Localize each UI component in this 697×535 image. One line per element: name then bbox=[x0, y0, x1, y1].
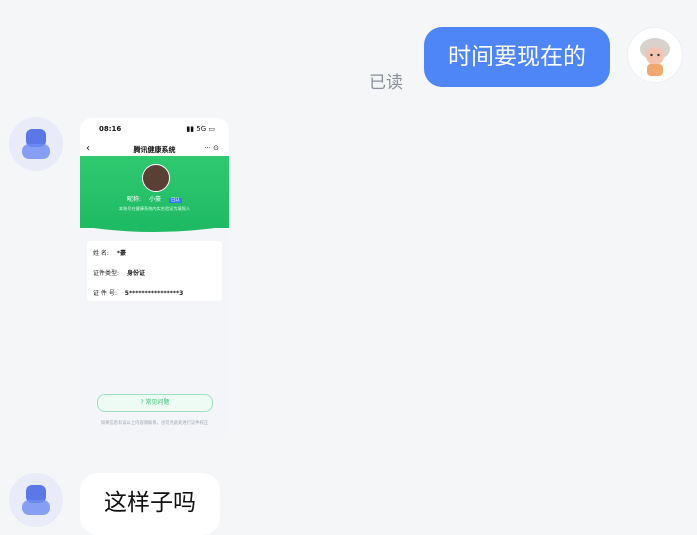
row-id-number: 证 件 号: 5****************3 bbox=[93, 288, 183, 297]
profile-photo bbox=[142, 164, 170, 192]
faq-label: 常见问题 bbox=[145, 399, 170, 406]
image-message[interactable]: 08:16 ▮▮ 5G ▭ ‹ 腾讯健康系统 ··· ⊙ 昵称: 小豪 已认 本… bbox=[80, 118, 229, 440]
phone-status-bar: 08:16 ▮▮ 5G ▭ bbox=[80, 118, 229, 140]
nickname-row: 昵称: 小豪 已认 bbox=[80, 194, 229, 203]
contact-avatar[interactable] bbox=[9, 473, 63, 527]
green-header: 昵称: 小豪 已认 本账号在健康系统内实名验证为填报人 bbox=[80, 156, 229, 228]
received-message-text: 这样子吗 bbox=[104, 490, 196, 516]
faq-button[interactable]: ? 常见问题 bbox=[97, 394, 213, 412]
row-name-value: *豪 bbox=[116, 250, 126, 257]
sent-message-text: 时间要现在的 bbox=[448, 44, 586, 70]
more-icon: ··· ⊙ bbox=[204, 144, 219, 152]
row-id-number-value: 5****************3 bbox=[124, 290, 184, 297]
row-id-type: 证件类型: 身份证 bbox=[93, 268, 145, 277]
header-curve bbox=[80, 220, 229, 232]
row-id-type-value: 身份证 bbox=[126, 270, 145, 277]
nickname-value: 小豪 bbox=[149, 196, 162, 203]
row-id-type-label: 证件类型: bbox=[93, 270, 120, 277]
identity-card: 姓 名: *豪 证件类型: 身份证 证 件 号: 5**************… bbox=[87, 241, 222, 301]
footer-note: 如果信息有误以上内容请联系，也可点此处进行证件校正 bbox=[100, 421, 209, 426]
header-subtitle: 本账号在健康系统内实名验证为填报人 bbox=[118, 206, 191, 211]
verified-badge: 已认 bbox=[168, 198, 182, 203]
avatar-illustration bbox=[628, 28, 682, 82]
person-icon bbox=[9, 117, 63, 171]
help-icon: ? bbox=[140, 399, 144, 406]
received-message-bubble[interactable]: 这样子吗 bbox=[80, 473, 220, 535]
user-avatar[interactable] bbox=[628, 28, 682, 82]
read-status: 已读 bbox=[369, 73, 403, 93]
sent-message-bubble[interactable]: 时间要现在的 bbox=[424, 27, 610, 87]
nickname-label: 昵称: bbox=[127, 196, 142, 203]
row-name: 姓 名: *豪 bbox=[93, 248, 126, 257]
row-id-number-label: 证 件 号: bbox=[93, 290, 117, 297]
person-icon bbox=[9, 473, 63, 527]
row-name-label: 姓 名: bbox=[93, 250, 109, 257]
signal-battery-icon: ▮▮ 5G ▭ bbox=[186, 125, 215, 133]
status-time: 08:16 bbox=[99, 125, 122, 133]
contact-avatar[interactable] bbox=[9, 117, 63, 171]
